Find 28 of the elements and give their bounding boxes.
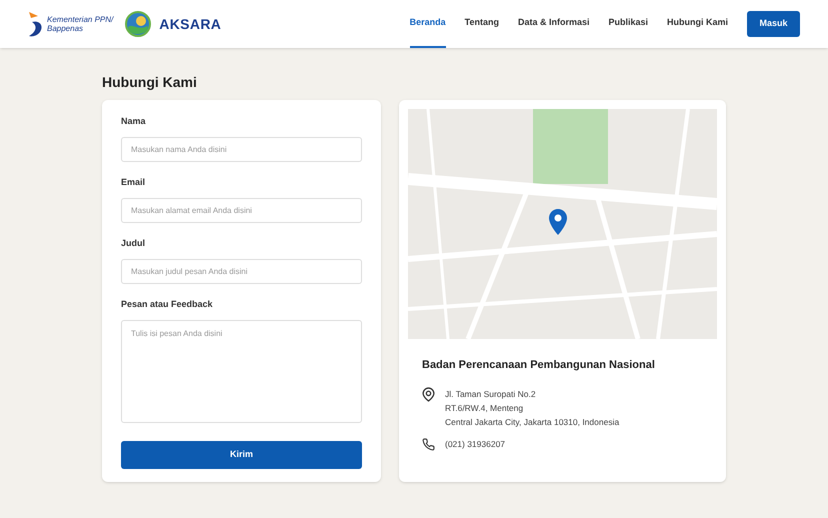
nav-link[interactable]: Data & Informasi (518, 0, 590, 48)
address-line: Jl. Taman Suropati No.2 (445, 388, 537, 401)
field-label: Nama (121, 116, 147, 126)
logo-text: Kementerian PPN/ (47, 15, 114, 24)
message-field[interactable]: Tulis isi pesan Anda disini (121, 320, 362, 423)
brand-name: AKSARA (159, 14, 222, 34)
address-line: RT.6/RW.4, Menteng (445, 402, 524, 415)
nav-link[interactable]: Publikasi (608, 0, 648, 48)
nav-link[interactable]: Hubungi Kami (667, 0, 728, 48)
submit-button[interactable]: Kirim (121, 441, 362, 469)
office-name: Badan Perencanaan Pembangunan Nasional (422, 358, 656, 372)
field-label: Email (121, 177, 146, 187)
page-title: Hubungi Kami (102, 73, 198, 91)
address-line: Central Jakarta City, Jakarta 10310, Indonesia (445, 416, 620, 429)
logo-text: Bappenas (47, 24, 84, 33)
field-label: Pesan atau Feedback (121, 299, 214, 309)
input-field[interactable]: Masukan nama Anda disini (121, 137, 362, 162)
phone-icon (422, 438, 435, 451)
nav-link[interactable]: Tentang (464, 0, 499, 48)
location-pin-icon (422, 387, 435, 402)
globe-logo-icon (125, 11, 152, 37)
input-field[interactable]: Masukan judul pesan Anda disini (121, 259, 362, 284)
login-button[interactable]: Masuk (747, 11, 800, 37)
phone-number: (021) 31936207 (445, 438, 506, 451)
nav-link[interactable]: Beranda (410, 0, 446, 48)
map-pin-icon (549, 209, 567, 235)
input-field[interactable]: Masukan alamat email Anda disini (121, 198, 362, 223)
field-label: Judul (121, 238, 146, 248)
